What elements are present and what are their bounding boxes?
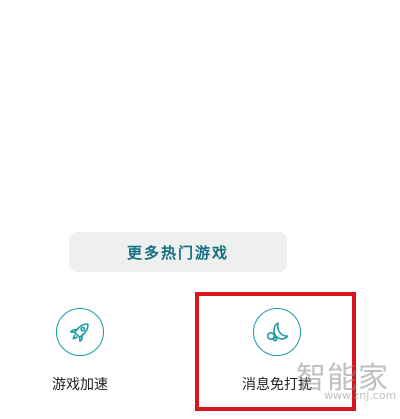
do-not-disturb-icon-circle[interactable] — [253, 308, 301, 356]
do-not-disturb-label: 消息免打扰 — [242, 377, 312, 393]
more-hot-games-button[interactable]: 更多热门游戏 — [69, 232, 287, 272]
moon-icon — [267, 322, 289, 342]
do-not-disturb-feature[interactable]: 消息免打扰 — [222, 308, 332, 394]
game-boost-label: 游戏加速 — [52, 377, 108, 393]
game-boost-feature[interactable]: 游戏加速 — [25, 308, 135, 394]
rocket-icon — [70, 323, 89, 342]
watermark-url: www.znj.com — [324, 389, 397, 402]
game-boost-icon-circle[interactable] — [56, 308, 104, 356]
